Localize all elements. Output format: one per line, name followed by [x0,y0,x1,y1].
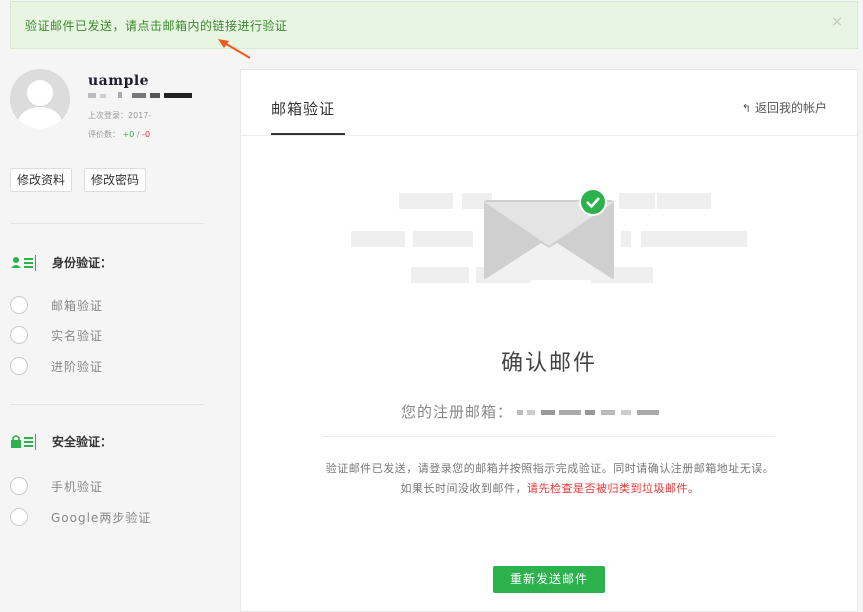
masked-email-value [517,409,659,415]
status-circle-icon [10,508,28,526]
divider [10,404,204,405]
sidebar-item-label: Google两步验证 [51,510,152,525]
divider [241,135,857,136]
status-circle-icon [10,477,28,495]
divider [10,223,204,224]
spam-warning: 请先检查是否被归类到垃圾邮件。 [527,482,700,495]
confirm-email-title: 确认邮件 [500,351,597,376]
rating-separator: / [134,130,143,139]
email-verification-panel: 邮箱验证 ↰ 返回我的帐户 确认邮件 您的注册邮箱： 验证邮件已发送，请登录您的邮… [240,69,858,612]
sidebar-item-real-name-verification[interactable]: 实名验证 [10,326,103,344]
avatar[interactable] [10,69,70,129]
back-to-account-link[interactable]: ↰ 返回我的帐户 [742,99,827,116]
alert-banner: 验证邮件已发送，请点击邮箱内的链接进行验证 × [10,1,858,49]
rating-positive: +0 [122,130,135,139]
reply-icon: ↰ [741,102,751,115]
sidebar-item-label: 实名验证 [51,328,104,343]
sidebar-item-google-2fa[interactable]: Google两步验证 [10,508,151,526]
sidebar-item-email-verification[interactable]: 邮箱验证 [10,296,103,314]
divider [323,436,775,437]
identity-verification-title: 身份验证： [52,256,113,270]
envelope-check-illustration-icon [351,188,747,283]
user-name: uample [88,73,150,89]
status-circle-icon [10,326,28,344]
rating: 评价数： +0 / -0 [88,129,150,140]
change-password-button[interactable]: 修改密码 [84,168,147,192]
user-avatar-icon [10,69,70,129]
status-circle-icon [10,357,28,375]
status-circle-icon [10,296,28,314]
security-verification-heading: 安全验证： [10,433,112,450]
sidebar: uample 上次登录：2017- 评价数： +0 / -0 修改资料 修改密码… [0,55,238,612]
registered-email-line: 您的注册邮箱： [241,401,857,422]
last-login-label: 上次登录：2017- [88,111,152,120]
id-card-icon [10,254,38,271]
sidebar-item-label: 邮箱验证 [51,298,104,313]
back-link-label: 返回我的帐户 [754,101,827,115]
sidebar-item-advanced-verification[interactable]: 进阶验证 [10,357,103,375]
edit-profile-button[interactable]: 修改资料 [10,168,73,192]
registered-email-label: 您的注册邮箱： [400,403,513,421]
close-icon[interactable]: × [831,14,843,30]
user-detail-masked [88,92,192,98]
instruction-spam-prefix: 如果长时间没收到邮件， [400,482,527,495]
security-verification-title: 安全验证： [52,435,113,449]
identity-verification-heading: 身份验证： [10,254,112,271]
instructions: 验证邮件已发送，请登录您的邮箱并按照指示完成验证。同时请确认注册邮箱地址无误。 … [311,459,789,499]
last-login: 上次登录：2017- [88,110,151,121]
sidebar-item-label: 进阶验证 [51,359,104,374]
tab-email-verification[interactable]: 邮箱验证 [271,98,335,119]
instruction-line: 验证邮件已发送，请登录您的邮箱并按照指示完成验证。同时请确认注册邮箱地址无误。 [325,462,775,475]
sidebar-item-phone-verification[interactable]: 手机验证 [10,477,103,495]
rating-label: 评价数： [88,130,120,139]
rating-negative: -0 [142,130,151,139]
lock-card-icon [10,433,38,450]
resend-email-button[interactable]: 重新发送邮件 [493,566,605,593]
alert-message: 验证邮件已发送，请点击邮箱内的链接进行验证 [25,19,288,33]
instruction-spam-line: 如果长时间没收到邮件，请先检查是否被归类到垃圾邮件。 [311,479,789,499]
sidebar-item-label: 手机验证 [51,479,104,494]
